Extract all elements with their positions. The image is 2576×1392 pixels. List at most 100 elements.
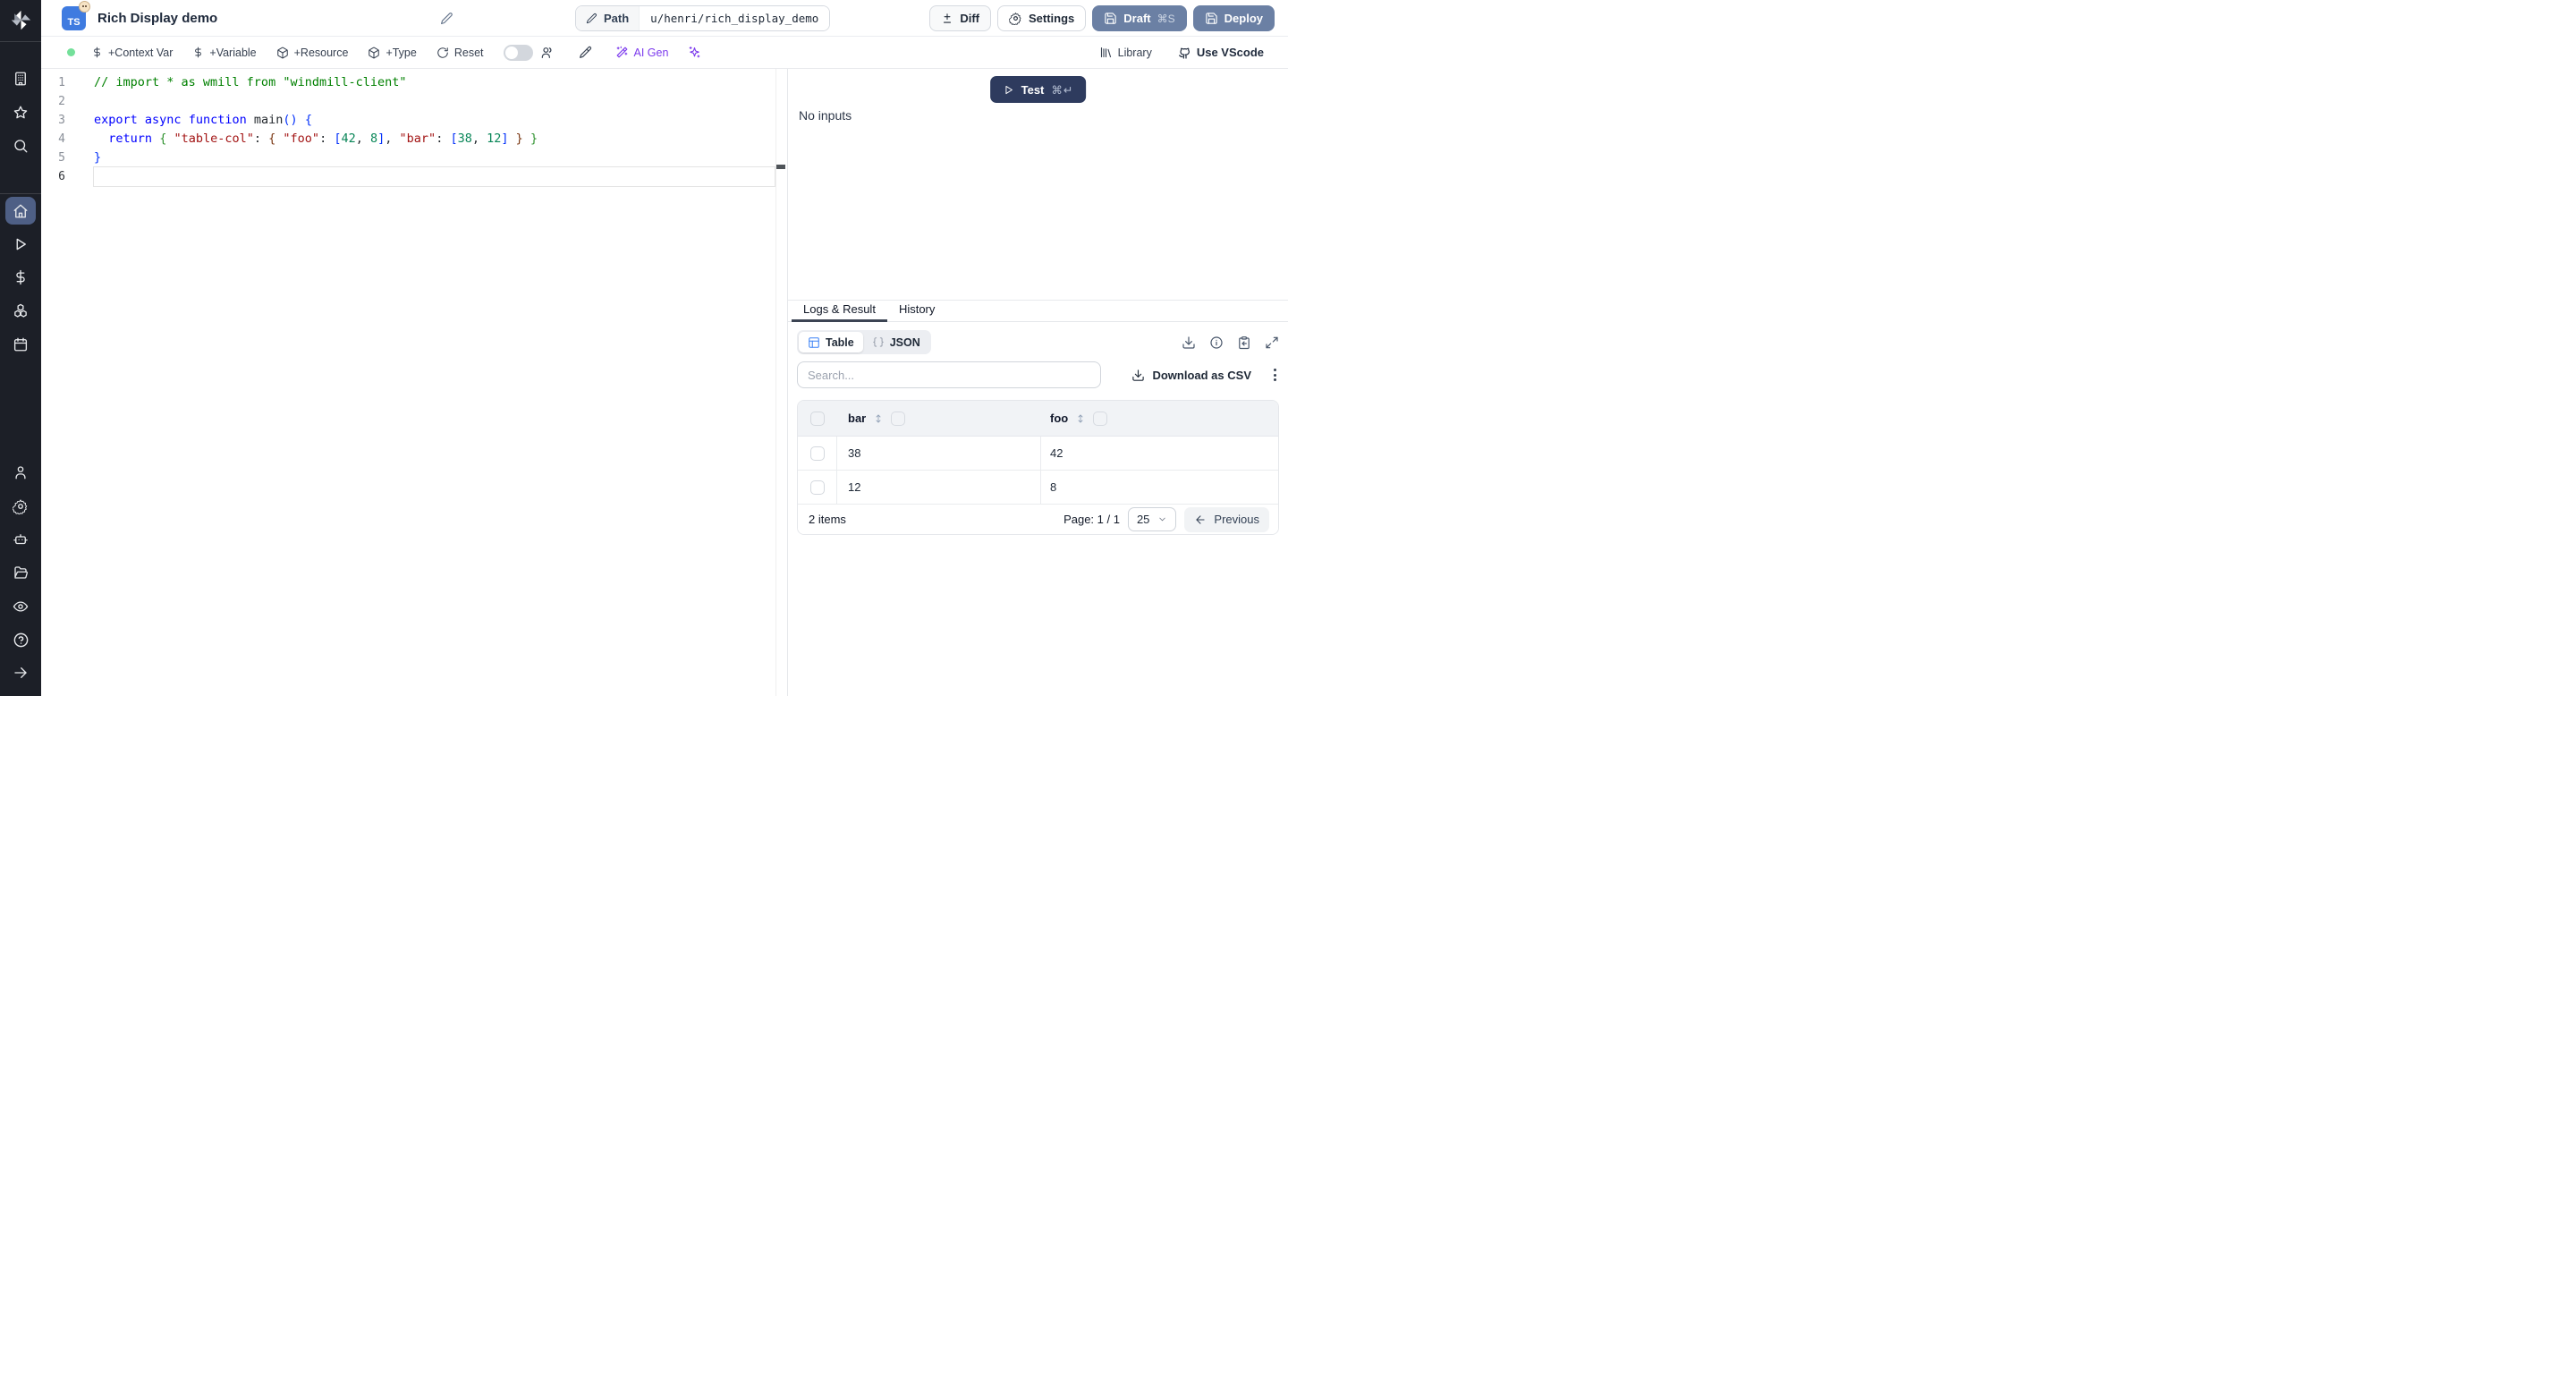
column-filter-box[interactable]	[891, 411, 906, 426]
code-line[interactable]: }	[94, 149, 775, 167]
braces-icon	[872, 336, 885, 349]
previous-page-button[interactable]: Previous	[1184, 506, 1269, 532]
select-all-checkbox[interactable]	[810, 411, 825, 426]
ai-gen-button[interactable]: AI Gen	[615, 46, 668, 59]
sidebar-item-variables[interactable]	[5, 264, 36, 292]
sidebar-item-schedules[interactable]	[5, 330, 36, 358]
draft-button-label: Draft	[1123, 12, 1151, 25]
result-tabs: Logs & Result History	[788, 301, 1288, 322]
view-table-button[interactable]: Table	[799, 332, 863, 352]
add-type-button[interactable]: +Type	[368, 47, 417, 59]
add-variable-button[interactable]: +Variable	[192, 47, 257, 59]
sidebar-divider	[0, 192, 41, 194]
editor-overview-ruler[interactable]	[775, 69, 787, 696]
gear-icon	[13, 498, 29, 514]
cell-foo: 8	[1050, 480, 1057, 494]
code-line[interactable]: return { "table-col": { "foo": [42, 8], …	[94, 130, 775, 149]
add-context-var-label: +Context Var	[108, 46, 174, 59]
sort-icon[interactable]	[1075, 412, 1086, 425]
use-vscode-button[interactable]: Use VScode	[1177, 46, 1264, 60]
add-context-var-button[interactable]: +Context Var	[91, 47, 173, 59]
dollar-icon	[192, 47, 204, 58]
column-filter-box[interactable]	[1093, 411, 1108, 426]
line-number: 3	[58, 114, 65, 127]
code-line[interactable]	[94, 92, 775, 111]
result-table-body: 38 42 12 8	[798, 437, 1278, 505]
code-line[interactable]	[93, 166, 775, 187]
cell-bar: 12	[848, 480, 861, 494]
sidebar-item-audit-logs[interactable]	[5, 592, 36, 620]
deploy-button-label: Deploy	[1224, 12, 1263, 25]
info-icon[interactable]	[1209, 335, 1224, 350]
items-count: 2 items	[809, 513, 846, 526]
diff-icon	[941, 13, 953, 25]
tab-logs-result[interactable]: Logs & Result	[792, 301, 887, 322]
draft-button[interactable]: Draft ⌘S	[1092, 5, 1187, 31]
sidebar-item-favorites[interactable]	[5, 98, 36, 126]
sidebar-item-workspace[interactable]	[5, 65, 36, 93]
sort-icon[interactable]	[873, 412, 884, 425]
download-result-icon[interactable]	[1182, 335, 1196, 350]
code-editor[interactable]: 1 2 3 4 5 6 // import * as wmill from "windmi…	[41, 69, 787, 696]
path-control[interactable]: Path u/henri/rich_display_demo	[575, 5, 831, 31]
add-resource-button[interactable]: +Resource	[276, 47, 348, 59]
editor-toolbar: +Context Var +Variable +Resource +Type R…	[41, 37, 1288, 69]
line-number: 2	[58, 95, 65, 108]
row-checkbox[interactable]	[809, 446, 825, 461]
user-icon	[13, 464, 29, 480]
toggle-knob	[504, 46, 518, 59]
deploy-button[interactable]: Deploy	[1192, 5, 1275, 31]
sidebar-divider	[0, 41, 41, 42]
format-brush-icon[interactable]	[578, 46, 592, 60]
github-icon	[1177, 46, 1191, 60]
test-button[interactable]: Test ⌘↵	[989, 76, 1087, 103]
chevron-down-icon	[1157, 514, 1167, 524]
more-options-kebab-icon[interactable]	[1271, 366, 1279, 384]
download-csv-button[interactable]: Download as CSV	[1131, 369, 1251, 382]
result-view-row: Table JSON	[797, 330, 1279, 354]
sidebar-item-search[interactable]	[5, 132, 36, 159]
search-input[interactable]	[797, 361, 1101, 388]
gear-icon	[1009, 12, 1022, 25]
folder-open-icon	[13, 564, 29, 581]
multiplayer-users-icon[interactable]	[540, 46, 555, 60]
table-row: 12 8	[798, 471, 1278, 505]
copy-clipboard-icon[interactable]	[1237, 335, 1251, 350]
settings-button[interactable]: Settings	[997, 5, 1087, 31]
edit-summary-pencil-icon[interactable]	[440, 12, 453, 25]
tab-history[interactable]: History	[887, 301, 946, 321]
table-row: 38 42	[798, 437, 1278, 471]
sidebar-item-folders[interactable]	[5, 559, 36, 587]
sidebar-item-home[interactable]	[5, 196, 36, 225]
reset-button[interactable]: Reset	[436, 47, 484, 59]
sidebar-item-settings[interactable]	[5, 492, 36, 520]
pencil-icon	[586, 13, 597, 24]
cubes-icon	[13, 302, 29, 318]
library-button[interactable]: Library	[1099, 46, 1152, 59]
diff-button[interactable]: Diff	[929, 5, 991, 31]
windmill-logo[interactable]	[9, 8, 33, 32]
editor-code[interactable]: // import * as wmill from "windmill-clie…	[93, 73, 775, 187]
code-line[interactable]: export async function main() {	[94, 111, 775, 130]
sidebar-item-users[interactable]	[5, 459, 36, 487]
line-number: 5	[58, 151, 65, 165]
row-checkbox[interactable]	[809, 480, 825, 495]
sidebar-expand-button[interactable]	[5, 659, 36, 687]
save-icon	[1104, 12, 1117, 25]
help-icon	[13, 632, 30, 649]
star-icon	[13, 105, 29, 121]
page-size-select[interactable]: 25	[1127, 507, 1177, 531]
sidebar-item-help[interactable]	[5, 625, 36, 653]
sidebar-item-runs[interactable]	[5, 230, 36, 258]
eye-icon	[13, 598, 29, 615]
view-json-button[interactable]: JSON	[863, 332, 929, 352]
code-line[interactable]: // import * as wmill from "windmill-clie…	[94, 73, 775, 92]
sidebar-item-resources[interactable]	[5, 297, 36, 325]
expand-icon[interactable]	[1265, 335, 1279, 350]
sparkles-icon[interactable]	[688, 46, 701, 59]
sidebar-item-workers[interactable]	[5, 525, 36, 553]
multiplayer-toggle[interactable]	[503, 44, 533, 61]
play-icon	[1003, 84, 1014, 96]
calendar-icon	[13, 336, 29, 352]
status-dot	[67, 48, 75, 56]
